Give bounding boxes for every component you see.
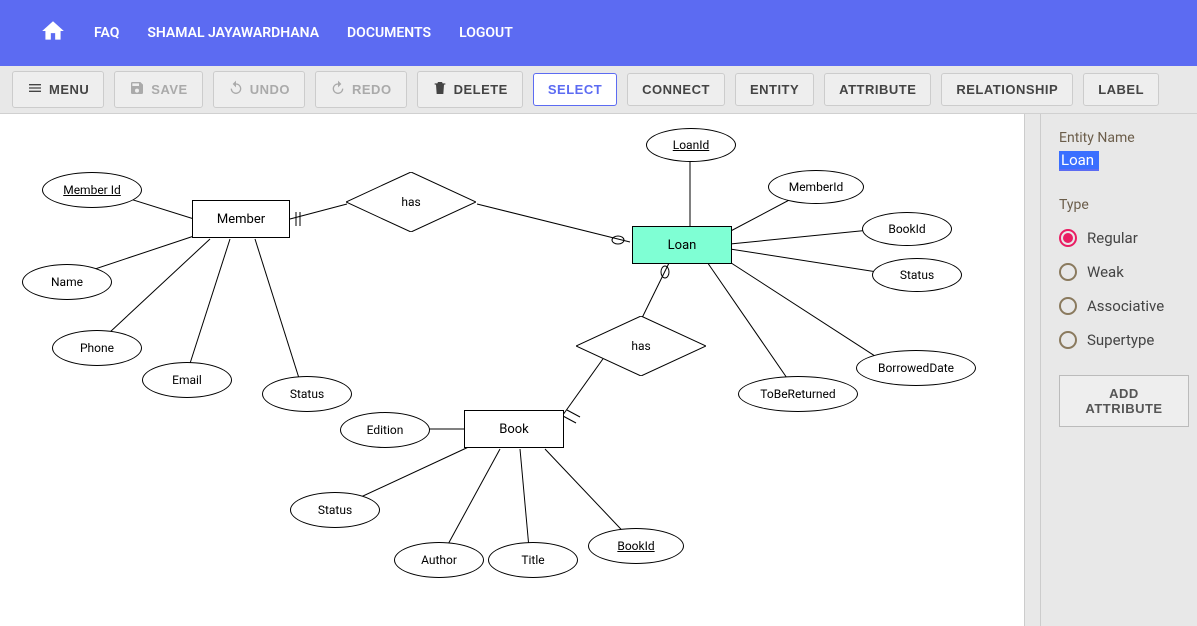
attr-loan-bookid[interactable]: BookId — [862, 212, 952, 246]
save-icon — [129, 80, 145, 99]
redo-icon — [330, 80, 346, 99]
properties-panel: Entity Name Loan Type Regular Weak Assoc… — [1040, 114, 1197, 626]
connect-button[interactable]: CONNECT — [627, 73, 725, 106]
radio-regular[interactable]: Regular — [1059, 229, 1189, 247]
attr-member-email[interactable]: Email — [142, 362, 232, 398]
attr-book-title[interactable]: Title — [488, 542, 578, 578]
nav-user[interactable]: SHAMAL JAYAWARDHANA — [147, 25, 319, 41]
attr-member-phone[interactable]: Phone — [52, 330, 142, 366]
label-button[interactable]: LABEL — [1083, 73, 1159, 106]
type-label: Type — [1059, 197, 1189, 213]
relationship-has-member-loan[interactable]: has — [346, 172, 476, 232]
attr-loan-status[interactable]: Status — [872, 258, 962, 292]
menu-button[interactable]: MENU — [12, 71, 104, 108]
radio-icon — [1059, 331, 1077, 349]
entity-loan[interactable]: Loan — [632, 226, 732, 264]
radio-supertype[interactable]: Supertype — [1059, 331, 1189, 349]
relationship-has-loan-book[interactable]: has — [576, 316, 706, 376]
undo-icon — [228, 80, 244, 99]
select-button[interactable]: SELECT — [533, 73, 617, 106]
trash-icon — [432, 80, 448, 99]
attr-member-status[interactable]: Status — [262, 376, 352, 412]
vertical-scrollbar[interactable] — [1024, 114, 1040, 626]
add-attribute-button[interactable]: ADD ATTRIBUTE — [1059, 375, 1189, 427]
entity-book[interactable]: Book — [464, 410, 564, 448]
radio-weak[interactable]: Weak — [1059, 263, 1189, 281]
redo-button: REDO — [315, 71, 407, 108]
home-icon[interactable] — [40, 18, 66, 48]
attr-book-author[interactable]: Author — [394, 542, 484, 578]
menu-icon — [27, 80, 43, 99]
attr-member-id[interactable]: Member Id — [42, 172, 142, 208]
attribute-button[interactable]: ATTRIBUTE — [824, 73, 931, 106]
nav-faq[interactable]: FAQ — [94, 25, 119, 41]
radio-associative[interactable]: Associative — [1059, 297, 1189, 315]
attr-member-name[interactable]: Name — [22, 264, 112, 300]
delete-button[interactable]: DELETE — [417, 71, 523, 108]
attr-loan-borroweddate[interactable]: BorrowedDate — [856, 350, 976, 386]
attr-book-id[interactable]: BookId — [588, 528, 684, 564]
radio-icon — [1059, 297, 1077, 315]
radio-icon — [1059, 263, 1077, 281]
radio-icon — [1059, 229, 1077, 247]
undo-button: UNDO — [213, 71, 305, 108]
entity-name-label: Entity Name — [1059, 130, 1189, 146]
attr-loan-memberid[interactable]: MemberId — [768, 170, 864, 204]
nav-documents[interactable]: DOCUMENTS — [347, 25, 431, 41]
attr-loan-tobereturned[interactable]: ToBeReturned — [738, 376, 858, 412]
attr-loan-id[interactable]: LoanId — [646, 128, 736, 162]
attr-book-edition[interactable]: Edition — [340, 412, 430, 448]
entity-member[interactable]: Member — [192, 200, 290, 238]
relationship-button[interactable]: RELATIONSHIP — [941, 73, 1073, 106]
entity-name-input[interactable]: Loan — [1059, 150, 1189, 175]
attr-book-status[interactable]: Status — [290, 492, 380, 528]
diagram-canvas[interactable]: Member Loan Book has has Member Id Name … — [0, 114, 1040, 626]
entity-button[interactable]: ENTITY — [735, 73, 814, 106]
nav-logout[interactable]: LOGOUT — [459, 25, 513, 41]
save-button: SAVE — [114, 71, 202, 108]
